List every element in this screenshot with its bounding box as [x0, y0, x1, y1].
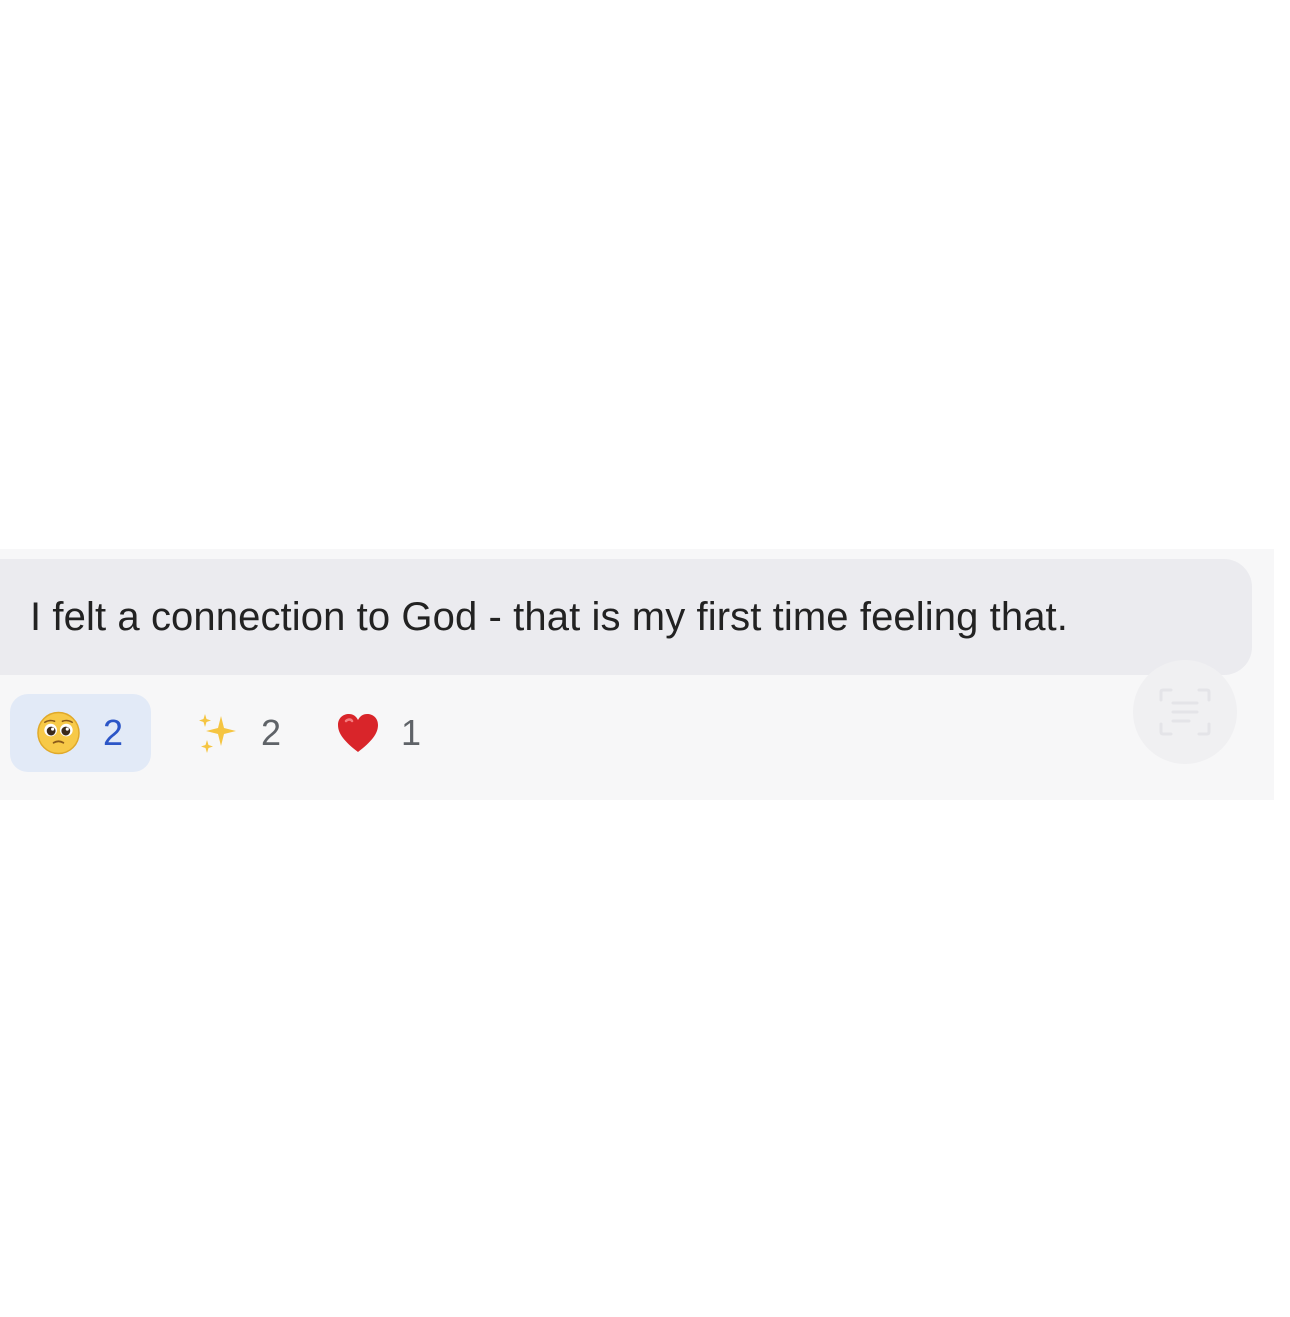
- message-bubble[interactable]: I felt a connection to God - that is my …: [0, 559, 1252, 675]
- pleading-face-icon: [37, 711, 80, 755]
- reactions-bar: 2 2 1: [10, 694, 421, 772]
- reaction-sparkles[interactable]: 2: [151, 694, 281, 772]
- reaction-red-heart[interactable]: 1: [281, 694, 421, 772]
- reaction-pleading-face[interactable]: 2: [10, 694, 151, 772]
- text-scan-button[interactable]: [1133, 660, 1237, 764]
- red-heart-icon: [338, 714, 379, 752]
- reaction-count: 2: [102, 712, 123, 753]
- message-panel: I felt a connection to God - that is my …: [0, 549, 1274, 800]
- reaction-count: 2: [261, 712, 282, 753]
- message-text: I felt a connection to God - that is my …: [30, 594, 1068, 639]
- reaction-count: 1: [401, 712, 422, 753]
- text-scan-icon: [1159, 688, 1211, 736]
- sparkles-icon: [199, 714, 236, 753]
